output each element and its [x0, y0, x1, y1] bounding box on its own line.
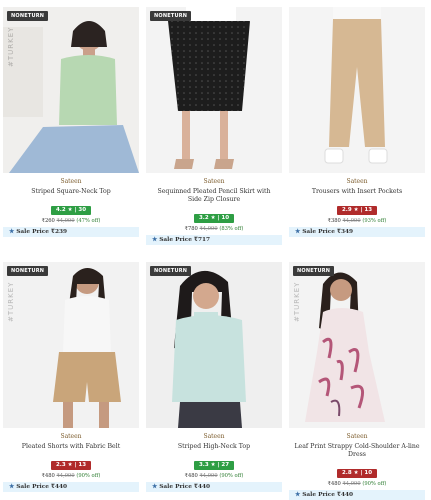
- rating-badge: 3.3 ★ | 27: [193, 460, 235, 470]
- model-photo: [3, 7, 139, 173]
- brand-name: Sateen: [346, 178, 368, 185]
- watermark-text: #TURKEY: [7, 26, 15, 67]
- sale-price-label: Sale Price ₹349: [302, 229, 354, 235]
- sale-price-label: Sale Price ₹440: [16, 484, 68, 490]
- star-icon: ★: [295, 492, 301, 498]
- original-price: ₹4,999: [56, 473, 75, 479]
- sale-price-bar: ★ Sale Price ₹717: [146, 235, 282, 245]
- rating-badge: 2.3 ★ | 13: [50, 460, 92, 470]
- star-icon: ★: [152, 484, 158, 490]
- product-image[interactable]: NONETURN #TURKEY: [3, 262, 139, 428]
- current-price: ₹260: [41, 218, 55, 224]
- sale-price-label: Sale Price ₹440: [302, 492, 354, 498]
- product-title[interactable]: Pleated Shorts with Fabric Belt: [3, 443, 139, 451]
- product-image[interactable]: NONETURN #TURKEY: [3, 7, 139, 173]
- product-card[interactable]: NONETURN Sateen Striped High-Neck Top 3.…: [146, 262, 282, 492]
- sale-price-bar: ★ Sale Price ₹440: [3, 482, 139, 492]
- product-title[interactable]: Striped Square-Neck Top: [3, 188, 139, 196]
- product-info: Sateen Trousers with Insert Pockets 2.9 …: [289, 178, 425, 237]
- product-title[interactable]: Sequinned Pleated Pencil Skirt with Side…: [146, 188, 282, 204]
- product-image[interactable]: NONETURN: [146, 262, 282, 428]
- current-price: ₹780: [184, 226, 198, 232]
- brand-name: Sateen: [346, 433, 368, 440]
- original-price: ₹4,999: [342, 481, 361, 487]
- brand-name: Sateen: [60, 433, 82, 440]
- brand-name: Sateen: [60, 178, 82, 185]
- product-image[interactable]: NONETURN: [146, 7, 282, 173]
- rating-badge: 2.9 ★ | 13: [336, 205, 378, 215]
- star-icon: ★: [152, 237, 158, 243]
- model-photo: [3, 262, 139, 428]
- discount-text: (90% off): [76, 473, 101, 479]
- noneturn-badge: NONETURN: [150, 11, 192, 21]
- original-price: ₹4,999: [342, 218, 361, 224]
- model-photo: [289, 262, 425, 428]
- product-info: Sateen Sequinned Pleated Pencil Skirt wi…: [146, 178, 282, 245]
- model-photo: [146, 262, 282, 428]
- star-icon: ★: [9, 229, 15, 235]
- price-line: ₹260 ₹4,999 (47% off): [3, 218, 139, 224]
- price-line: ₹780 ₹4,999 (83% off): [146, 226, 282, 232]
- product-card[interactable]: NONETURN #TURKEY Sateen Leaf Print Strap…: [289, 262, 425, 500]
- sale-price-bar: ★ Sale Price ₹349: [289, 227, 425, 237]
- price-line: ₹480 ₹4,999 (90% off): [3, 473, 139, 479]
- discount-text: (90% off): [362, 481, 387, 487]
- rating-badge: 2.8 ★ | 10: [336, 468, 378, 478]
- product-image[interactable]: [289, 7, 425, 173]
- product-card[interactable]: Sateen Trousers with Insert Pockets 2.9 …: [289, 7, 425, 237]
- current-price: ₹480: [327, 481, 341, 487]
- star-icon: ★: [295, 229, 301, 235]
- original-price: ₹4,999: [56, 218, 75, 224]
- product-card[interactable]: NONETURN #TURKEY Sateen Pleated Shorts w…: [3, 262, 139, 492]
- watermark-text: #TURKEY: [7, 281, 15, 322]
- product-info: Sateen Leaf Print Strappy Cold-Shoulder …: [289, 433, 425, 500]
- discount-text: (93% off): [362, 218, 387, 224]
- product-title[interactable]: Leaf Print Strappy Cold-Shoulder A-line …: [289, 443, 425, 459]
- current-price: ₹480: [184, 473, 198, 479]
- product-card[interactable]: NONETURN #TURKEY Sateen Striped Square-N…: [3, 7, 139, 237]
- product-info: Sateen Striped High-Neck Top 3.3 ★ | 27 …: [146, 433, 282, 492]
- original-price: ₹4,999: [199, 226, 218, 232]
- watermark-text: #TURKEY: [293, 281, 301, 322]
- noneturn-badge: NONETURN: [150, 266, 192, 276]
- brand-name: Sateen: [203, 433, 225, 440]
- product-title[interactable]: Striped High-Neck Top: [146, 443, 282, 451]
- sale-price-bar: ★ Sale Price ₹440: [289, 490, 425, 500]
- sale-price-label: Sale Price ₹717: [159, 237, 211, 243]
- product-image[interactable]: NONETURN #TURKEY: [289, 262, 425, 428]
- current-price: ₹380: [327, 218, 341, 224]
- star-icon: ★: [9, 484, 15, 490]
- original-price: ₹4,999: [199, 473, 218, 479]
- rating-badge: 3.2 ★ | 10: [193, 213, 235, 223]
- product-title[interactable]: Trousers with Insert Pockets: [289, 188, 425, 196]
- sale-price-label: Sale Price ₹440: [159, 484, 211, 490]
- current-price: ₹480: [41, 473, 55, 479]
- price-line: ₹480 ₹4,999 (90% off): [289, 481, 425, 487]
- price-line: ₹480 ₹4,999 (90% off): [146, 473, 282, 479]
- discount-text: (90% off): [219, 473, 244, 479]
- product-info: Sateen Striped Square-Neck Top 4.2 ★ | 3…: [3, 178, 139, 237]
- product-info: Sateen Pleated Shorts with Fabric Belt 2…: [3, 433, 139, 492]
- sale-price-label: Sale Price ₹239: [16, 229, 68, 235]
- discount-text: (47% off): [76, 218, 101, 224]
- noneturn-badge: NONETURN: [293, 266, 335, 276]
- noneturn-badge: NONETURN: [7, 266, 49, 276]
- sale-price-bar: ★ Sale Price ₹440: [146, 482, 282, 492]
- product-grid: NONETURN #TURKEY Sateen Striped Square-N…: [0, 0, 431, 500]
- rating-badge: 4.2 ★ | 30: [50, 205, 92, 215]
- product-card[interactable]: NONETURN Sateen Sequinned Pleated Pencil…: [146, 7, 282, 245]
- model-photo: [146, 7, 282, 173]
- noneturn-badge: NONETURN: [7, 11, 49, 21]
- discount-text: (83% off): [219, 226, 244, 232]
- sale-price-bar: ★ Sale Price ₹239: [3, 227, 139, 237]
- price-line: ₹380 ₹4,999 (93% off): [289, 218, 425, 224]
- brand-name: Sateen: [203, 178, 225, 185]
- model-photo: [289, 7, 425, 173]
